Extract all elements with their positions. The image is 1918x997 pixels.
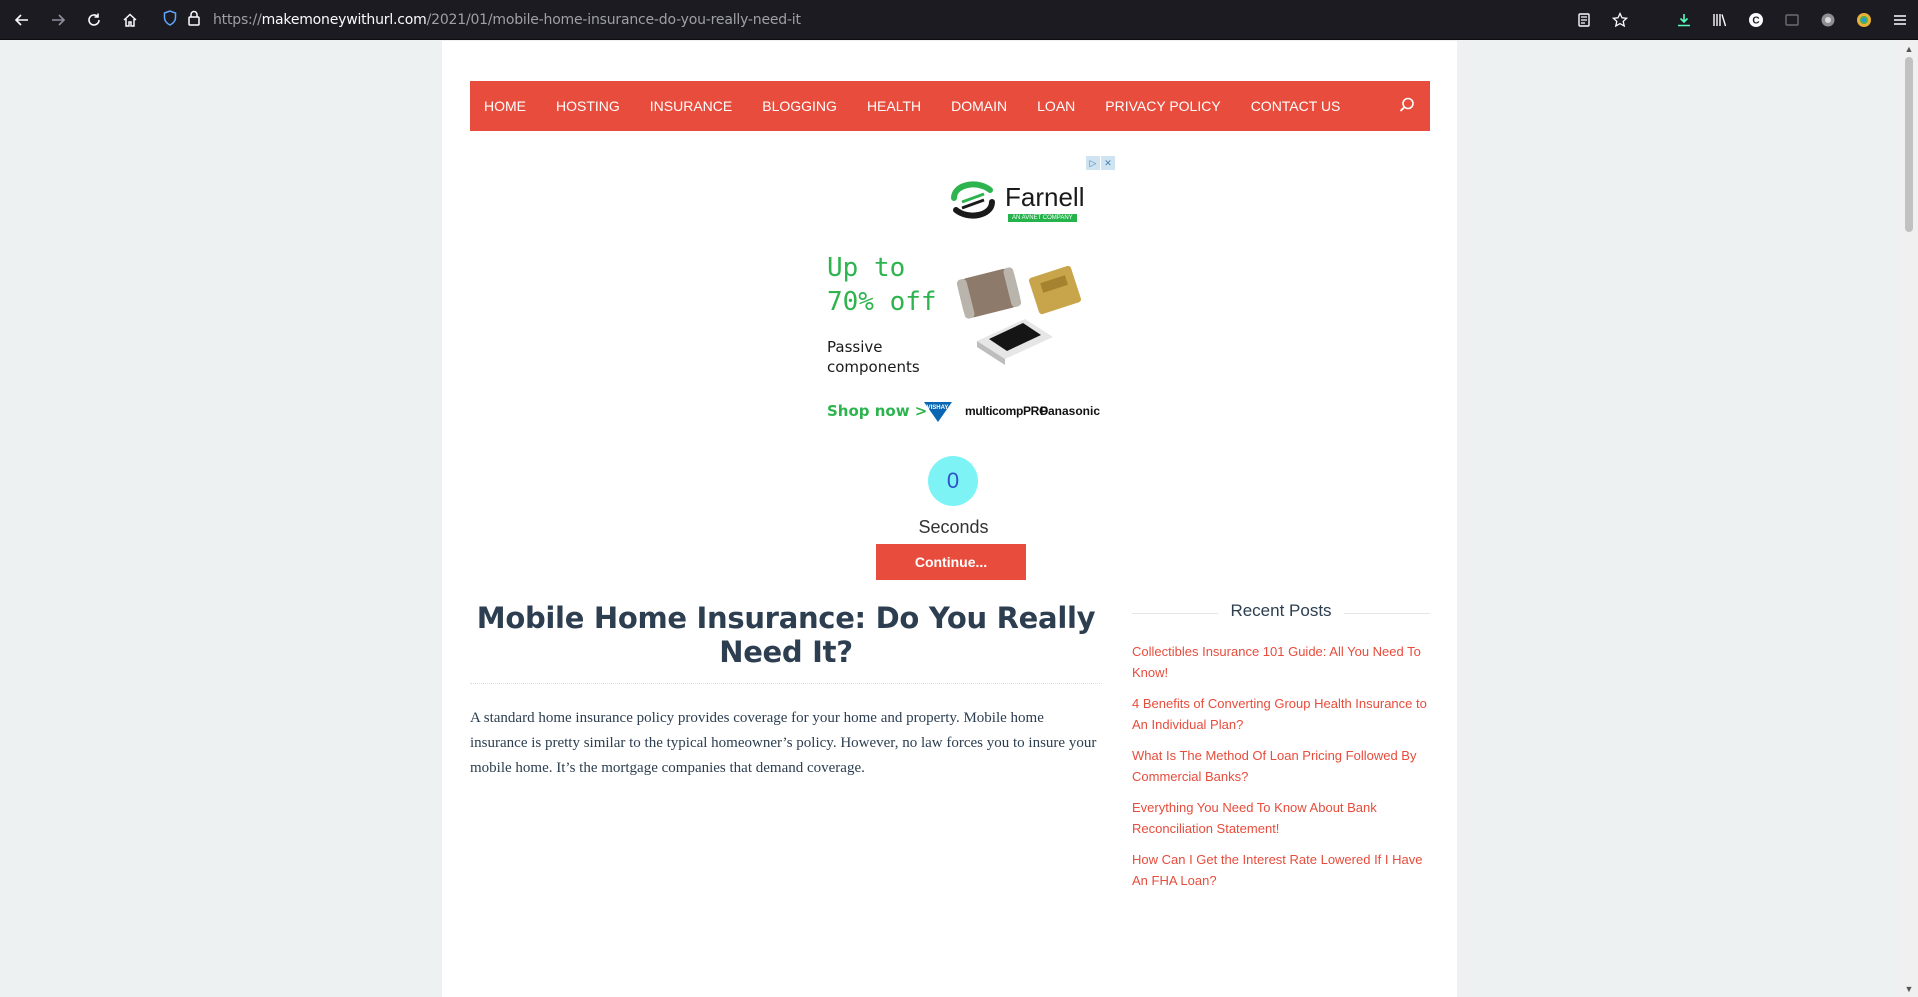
menu-icon[interactable] [1882, 2, 1918, 38]
library-icon[interactable] [1702, 2, 1738, 38]
address-bar[interactable]: https://makemoneywithurl.com/2021/01/mob… [155, 5, 1580, 35]
vertical-scrollbar[interactable]: ▲ ▼ [1900, 41, 1918, 997]
url-scheme: https:// [213, 12, 262, 28]
tracking-shield-icon[interactable] [163, 9, 177, 31]
toolbar-right: C [1566, 0, 1918, 40]
adchoices-close-icon[interactable]: ✕ [1101, 156, 1115, 170]
ad-brand-tag: AN AVNET COMPANY [1008, 214, 1077, 222]
url-path: /2021/01/mobile-home-insurance-do-you-re… [426, 12, 801, 28]
forward-icon[interactable] [40, 2, 76, 38]
nav-domain[interactable]: DOMAIN [936, 98, 1022, 114]
scroll-up-icon[interactable]: ▲ [1900, 41, 1918, 57]
recent-post-link[interactable]: 4 Benefits of Converting Group Health In… [1132, 693, 1430, 735]
recent-posts-list: Collectibles Insurance 101 Guide: All Yo… [1132, 641, 1430, 891]
page-container: HOME HOSTING INSURANCE BLOGGING HEALTH D… [442, 41, 1457, 997]
downloads-icon[interactable] [1666, 2, 1702, 38]
url-host: makemoneywithurl.com [261, 12, 427, 28]
nav-loan[interactable]: LOAN [1022, 98, 1090, 114]
scrollbar-thumb[interactable] [1905, 57, 1913, 232]
svg-text:C: C [1752, 16, 1759, 27]
countdown-label: Seconds [918, 517, 989, 537]
recent-post-link[interactable]: Everything You Need To Know About Bank R… [1132, 797, 1430, 839]
extension-shield-icon[interactable] [1810, 2, 1846, 38]
article-title: Mobile Home Insurance: Do You Really Nee… [476, 601, 1096, 669]
vishay-label: VISHAY. [927, 405, 950, 411]
ad-headline: Up to 70% off [827, 253, 937, 317]
nav-privacy-policy[interactable]: PRIVACY POLICY [1090, 98, 1235, 114]
extension-c-icon[interactable]: C [1738, 2, 1774, 38]
panasonic-logo: Panasonic [1040, 404, 1101, 418]
home-icon[interactable] [112, 2, 148, 38]
sidebar-recent-posts: Recent Posts Collectibles Insurance 101 … [1132, 601, 1430, 901]
scroll-down-icon[interactable]: ▼ [1900, 981, 1918, 997]
article-body: A standard home insurance policy provide… [470, 710, 1097, 776]
farnell-logo: Farnell AN AVNET COMPANY [948, 176, 1108, 226]
back-icon[interactable] [4, 2, 40, 38]
browser-toolbar: https://makemoneywithurl.com/2021/01/mob… [0, 0, 1918, 40]
continue-button[interactable]: Continue... [876, 544, 1026, 580]
farnell-logo-mark [951, 181, 995, 219]
adchoices-play-icon[interactable]: ▷ [1086, 156, 1100, 170]
url-text[interactable]: https://makemoneywithurl.com/2021/01/mob… [213, 12, 801, 28]
reader-view-icon[interactable] [1566, 2, 1602, 38]
ad-subtext: Passive components [827, 338, 920, 376]
nav-hosting[interactable]: HOSTING [541, 98, 635, 114]
extension-color-icon[interactable] [1846, 2, 1882, 38]
nav-home[interactable]: HOME [470, 98, 541, 114]
recent-post-link[interactable]: How Can I Get the Interest Rate Lowered … [1132, 849, 1430, 891]
search-icon[interactable] [1398, 96, 1416, 114]
lock-icon[interactable] [187, 10, 201, 31]
bookmark-star-icon[interactable] [1602, 2, 1638, 38]
adchoices[interactable]: ▷ ✕ [1086, 156, 1115, 170]
recent-post-link[interactable]: Collectibles Insurance 101 Guide: All Yo… [1132, 641, 1430, 683]
nav-health[interactable]: HEALTH [852, 98, 936, 114]
advertisement[interactable]: ▷ ✕ Farnell AN AVNET COMPANY Up to 70% o… [790, 156, 1115, 436]
ad-brand: Farnell [1005, 182, 1085, 212]
passive-components-image [956, 265, 1082, 365]
ad-shop-now[interactable]: Shop now > [827, 402, 927, 420]
countdown-counter: 0 [928, 456, 978, 506]
title-divider [470, 683, 1102, 684]
tab-container-icon[interactable] [1774, 2, 1810, 38]
vishay-logo: VISHAY. [922, 400, 954, 424]
nav-insurance[interactable]: INSURANCE [635, 98, 747, 114]
nav-blogging[interactable]: BLOGGING [747, 98, 852, 114]
nav-contact-us[interactable]: CONTACT US [1236, 98, 1356, 114]
page-viewport: HOME HOSTING INSURANCE BLOGGING HEALTH D… [0, 41, 1900, 997]
multicomp-logo: multicompPRO [965, 404, 1049, 418]
reload-icon[interactable] [76, 2, 112, 38]
widget-header: Recent Posts [1132, 601, 1430, 625]
widget-title: Recent Posts [1218, 601, 1344, 621]
main-nav: HOME HOSTING INSURANCE BLOGGING HEALTH D… [470, 81, 1430, 131]
recent-post-link[interactable]: What Is The Method Of Loan Pricing Follo… [1132, 745, 1430, 787]
nav-buttons [0, 2, 148, 38]
